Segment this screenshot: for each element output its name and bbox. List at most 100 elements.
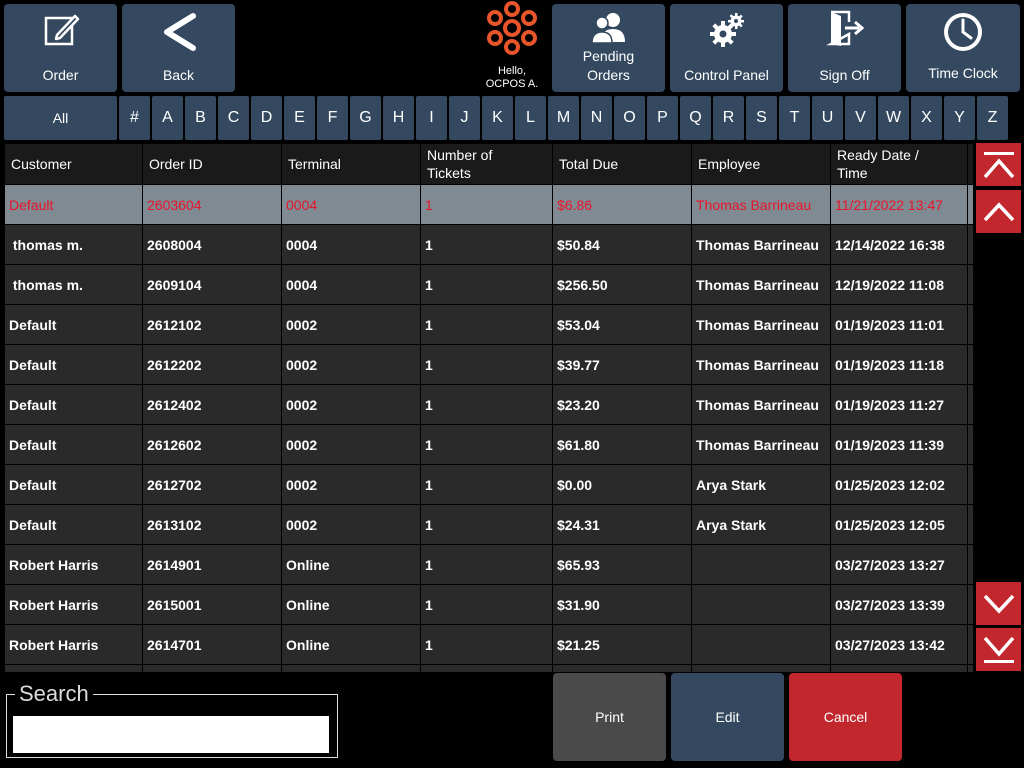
scroll-top-button[interactable] (976, 143, 1021, 186)
time-clock-button[interactable]: Time Clock (906, 4, 1020, 92)
cell-order-id: 2612102 (143, 305, 282, 344)
table-row[interactable] (5, 664, 973, 672)
cell-terminal: 0004 (282, 185, 421, 224)
cell-customer: Default (5, 385, 143, 424)
cell-order-id: 2614701 (143, 625, 282, 664)
filter-letter-button[interactable]: Y (944, 96, 975, 140)
cell-terminal (282, 665, 421, 672)
filter-letter-button[interactable]: V (845, 96, 876, 140)
filter-letter-button[interactable]: N (581, 96, 612, 140)
sign-off-button[interactable]: Sign Off (788, 4, 901, 92)
table-row[interactable]: Default 2612602 0002 1 $61.80 Thomas Barrinea… (5, 424, 973, 464)
filter-letter-button[interactable]: A (152, 96, 183, 140)
table-row[interactable]: Default 2603604 0004 1 $6.86 Thomas Barrineau… (5, 184, 973, 224)
cell-ready-time: 01/19/2023 11:18 (831, 345, 968, 384)
pending-orders-button[interactable]: Pending Orders (552, 4, 665, 92)
filter-letter-button[interactable]: S (746, 96, 777, 140)
filter-all-button[interactable]: All (4, 96, 117, 140)
filter-letter-button[interactable]: G (350, 96, 381, 140)
cell-employee: Thomas Barrineau (692, 305, 831, 344)
filter-letter-button[interactable]: P (647, 96, 678, 140)
table-row[interactable]: Default 2612402 0002 1 $23.20 Thomas Barrinea… (5, 384, 973, 424)
table-row[interactable]: Default 2613102 0002 1 $24.31 Arya Stark 01/25… (5, 504, 973, 544)
cell-order-id: 2612602 (143, 425, 282, 464)
header-ready-time[interactable]: Ready Date / Time (831, 144, 968, 184)
table-row[interactable]: Default 2612702 0002 1 $0.00 Arya Stark 01/25/… (5, 464, 973, 504)
filter-letter-button[interactable]: U (812, 96, 843, 140)
cell-terminal: 0002 (282, 385, 421, 424)
filter-letter-button[interactable]: F (317, 96, 348, 140)
cell-ready-time: 01/19/2023 11:27 (831, 385, 968, 424)
cell-terminal: 0002 (282, 345, 421, 384)
cell-terminal: Online (282, 625, 421, 664)
chevron-double-up-icon (983, 151, 1014, 178)
filter-letter-button[interactable]: B (185, 96, 216, 140)
cell-terminal: Online (282, 585, 421, 624)
cell-order-id: 2612402 (143, 385, 282, 424)
filter-letter-button[interactable]: O (614, 96, 645, 140)
header-customer[interactable]: Customer (5, 144, 143, 184)
search-input[interactable] (13, 716, 329, 753)
cell-total-due: $0.00 (553, 465, 692, 504)
cell-terminal: Online (282, 545, 421, 584)
control-panel-button[interactable]: Control Panel (670, 4, 783, 92)
cell-tickets: 1 (421, 265, 553, 304)
filter-letter-button[interactable]: M (548, 96, 579, 140)
filter-letter-button[interactable]: D (251, 96, 282, 140)
cell-ready-time: 01/19/2023 11:01 (831, 305, 968, 344)
filter-letter-button[interactable]: T (779, 96, 810, 140)
header-terminal[interactable]: Terminal (282, 144, 421, 184)
filter-letter-button[interactable]: C (218, 96, 249, 140)
filter-letter-button[interactable]: J (449, 96, 480, 140)
cell-employee (692, 665, 831, 672)
filter-letter-button[interactable]: K (482, 96, 513, 140)
table-row[interactable]: thomas m. 2608004 0004 1 $50.84 Thomas Barrin… (5, 224, 973, 264)
filter-letter-button[interactable]: L (515, 96, 546, 140)
filter-letter-button[interactable]: H (383, 96, 414, 140)
cell-customer: thomas m. (5, 265, 143, 304)
gears-icon (670, 10, 783, 50)
header-employee[interactable]: Employee (692, 144, 831, 184)
cell-total-due: $31.90 (553, 585, 692, 624)
filter-letter-button[interactable]: Z (977, 96, 1008, 140)
filter-letter-button[interactable]: E (284, 96, 315, 140)
cancel-button[interactable]: Cancel (789, 673, 902, 761)
cell-customer: Default (5, 465, 143, 504)
table-row[interactable]: Robert Harris 2615001 Online 1 $31.90 03/27/2… (5, 584, 973, 624)
filter-letter-button[interactable]: R (713, 96, 744, 140)
cell-order-id: 2608004 (143, 225, 282, 264)
logo-icon (487, 1, 537, 55)
edit-button[interactable]: Edit (671, 673, 784, 761)
users-icon (552, 10, 665, 44)
print-label: Print (595, 709, 624, 725)
table-row[interactable]: Default 2612202 0002 1 $39.77 Thomas Barrinea… (5, 344, 973, 384)
filter-letter-button[interactable]: I (416, 96, 447, 140)
header-total-due[interactable]: Total Due (553, 144, 692, 184)
chevron-down-icon (983, 594, 1014, 614)
header-tickets[interactable]: Number of Tickets (421, 144, 553, 184)
cell-total-due: $256.50 (553, 265, 692, 304)
table-row[interactable]: thomas m. 2609104 0004 1 $256.50 Thomas Barri… (5, 264, 973, 304)
filter-letter-button[interactable]: W (878, 96, 909, 140)
table-row[interactable]: Default 2612102 0002 1 $53.04 Thomas Barrinea… (5, 304, 973, 344)
search-legend: Search (19, 681, 89, 706)
orders-table[interactable]: Customer Order ID Terminal Number of Ticket… (5, 144, 973, 672)
cell-terminal: 0002 (282, 505, 421, 544)
header-order-id[interactable]: Order ID (143, 144, 282, 184)
print-button[interactable]: Print (553, 673, 666, 761)
table-row[interactable]: Robert Harris 2614901 Online 1 $65.93 03/27/2… (5, 544, 973, 584)
filter-letter-button[interactable]: # (119, 96, 150, 140)
table-row[interactable]: Robert Harris 2614701 Online 1 $21.25 03/27/2… (5, 624, 973, 664)
cell-order-id (143, 665, 282, 672)
back-button[interactable]: Back (122, 4, 235, 92)
filter-letter-button[interactable]: Q (680, 96, 711, 140)
order-button[interactable]: Order (4, 4, 117, 92)
cell-customer: Default (5, 305, 143, 344)
cell-employee (692, 585, 831, 624)
cell-order-id: 2615001 (143, 585, 282, 624)
filter-letter-button[interactable]: X (911, 96, 942, 140)
cell-order-id: 2612202 (143, 345, 282, 384)
scroll-bottom-button[interactable] (976, 628, 1021, 671)
scroll-down-button[interactable] (976, 582, 1021, 625)
scroll-up-button[interactable] (976, 190, 1021, 233)
